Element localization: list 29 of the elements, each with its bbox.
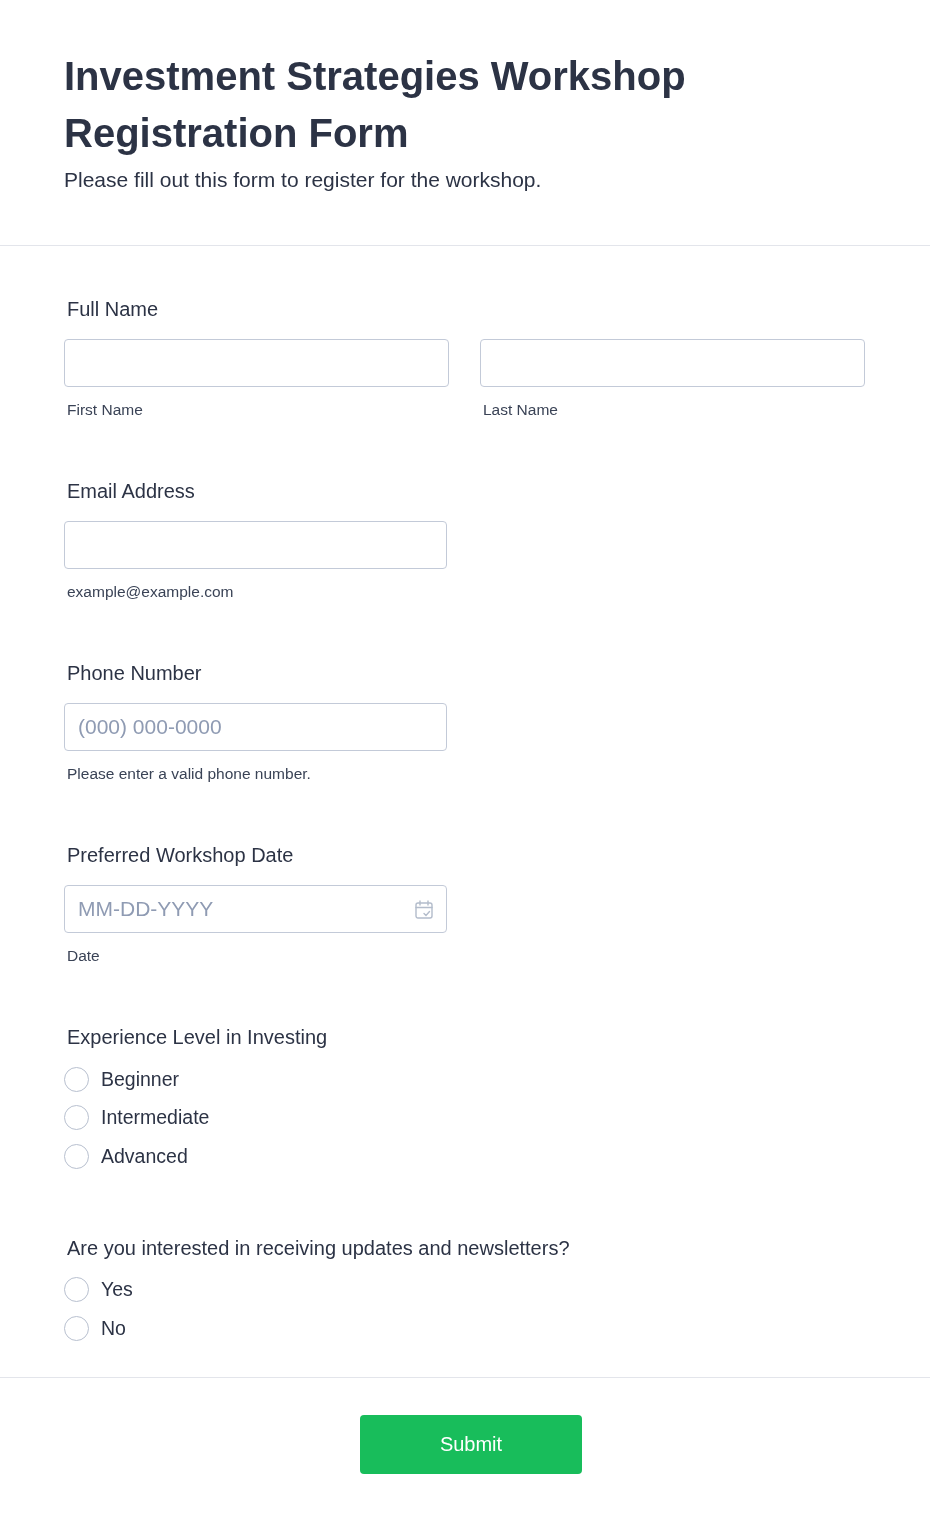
- text-input-field[interactable]: [64, 339, 449, 387]
- field-hint: Please enter a valid phone number.: [66, 765, 311, 783]
- calendar-icon[interactable]: [415, 900, 433, 919]
- field-hint: example@example.com: [66, 583, 234, 601]
- form-title: Investment Strategies Workshop Registration Form: [64, 53, 687, 157]
- radio-option[interactable]: Intermediate: [64, 1098, 210, 1137]
- field-label: Preferred Workshop Date: [66, 843, 294, 867]
- field-label: Experience Level in Investing: [66, 1025, 328, 1049]
- field-hint: Date: [66, 947, 100, 965]
- field-label: Email Address: [66, 479, 195, 503]
- radio-circle-icon[interactable]: [64, 1315, 89, 1341]
- field-hint: Last Name: [482, 401, 558, 419]
- radio-circle-icon[interactable]: [64, 1105, 89, 1131]
- field-label: Phone Number: [66, 661, 202, 685]
- radio-circle-icon[interactable]: [64, 1066, 89, 1092]
- text-input-field[interactable]: [64, 521, 447, 569]
- radio-circle-icon[interactable]: [64, 1143, 89, 1169]
- form-subtitle: Please fill out this form to register for the workshop.: [64, 168, 543, 192]
- field-label: Full Name: [66, 297, 159, 321]
- field-hint: First Name: [66, 401, 143, 419]
- radio-option[interactable]: Advanced: [64, 1137, 188, 1176]
- radio-circle-icon[interactable]: [64, 1277, 89, 1303]
- field-label: Are you interested in receiving updates and newsletters?: [66, 1235, 570, 1260]
- date-input-field[interactable]: MM-DD-YYYY: [64, 885, 447, 933]
- radio-option[interactable]: No: [64, 1309, 126, 1348]
- text-input-field[interactable]: (000) 000-0000: [64, 703, 447, 751]
- text-input-field[interactable]: [480, 339, 865, 387]
- radio-option[interactable]: Beginner: [64, 1060, 180, 1099]
- radio-option[interactable]: Yes: [64, 1270, 133, 1309]
